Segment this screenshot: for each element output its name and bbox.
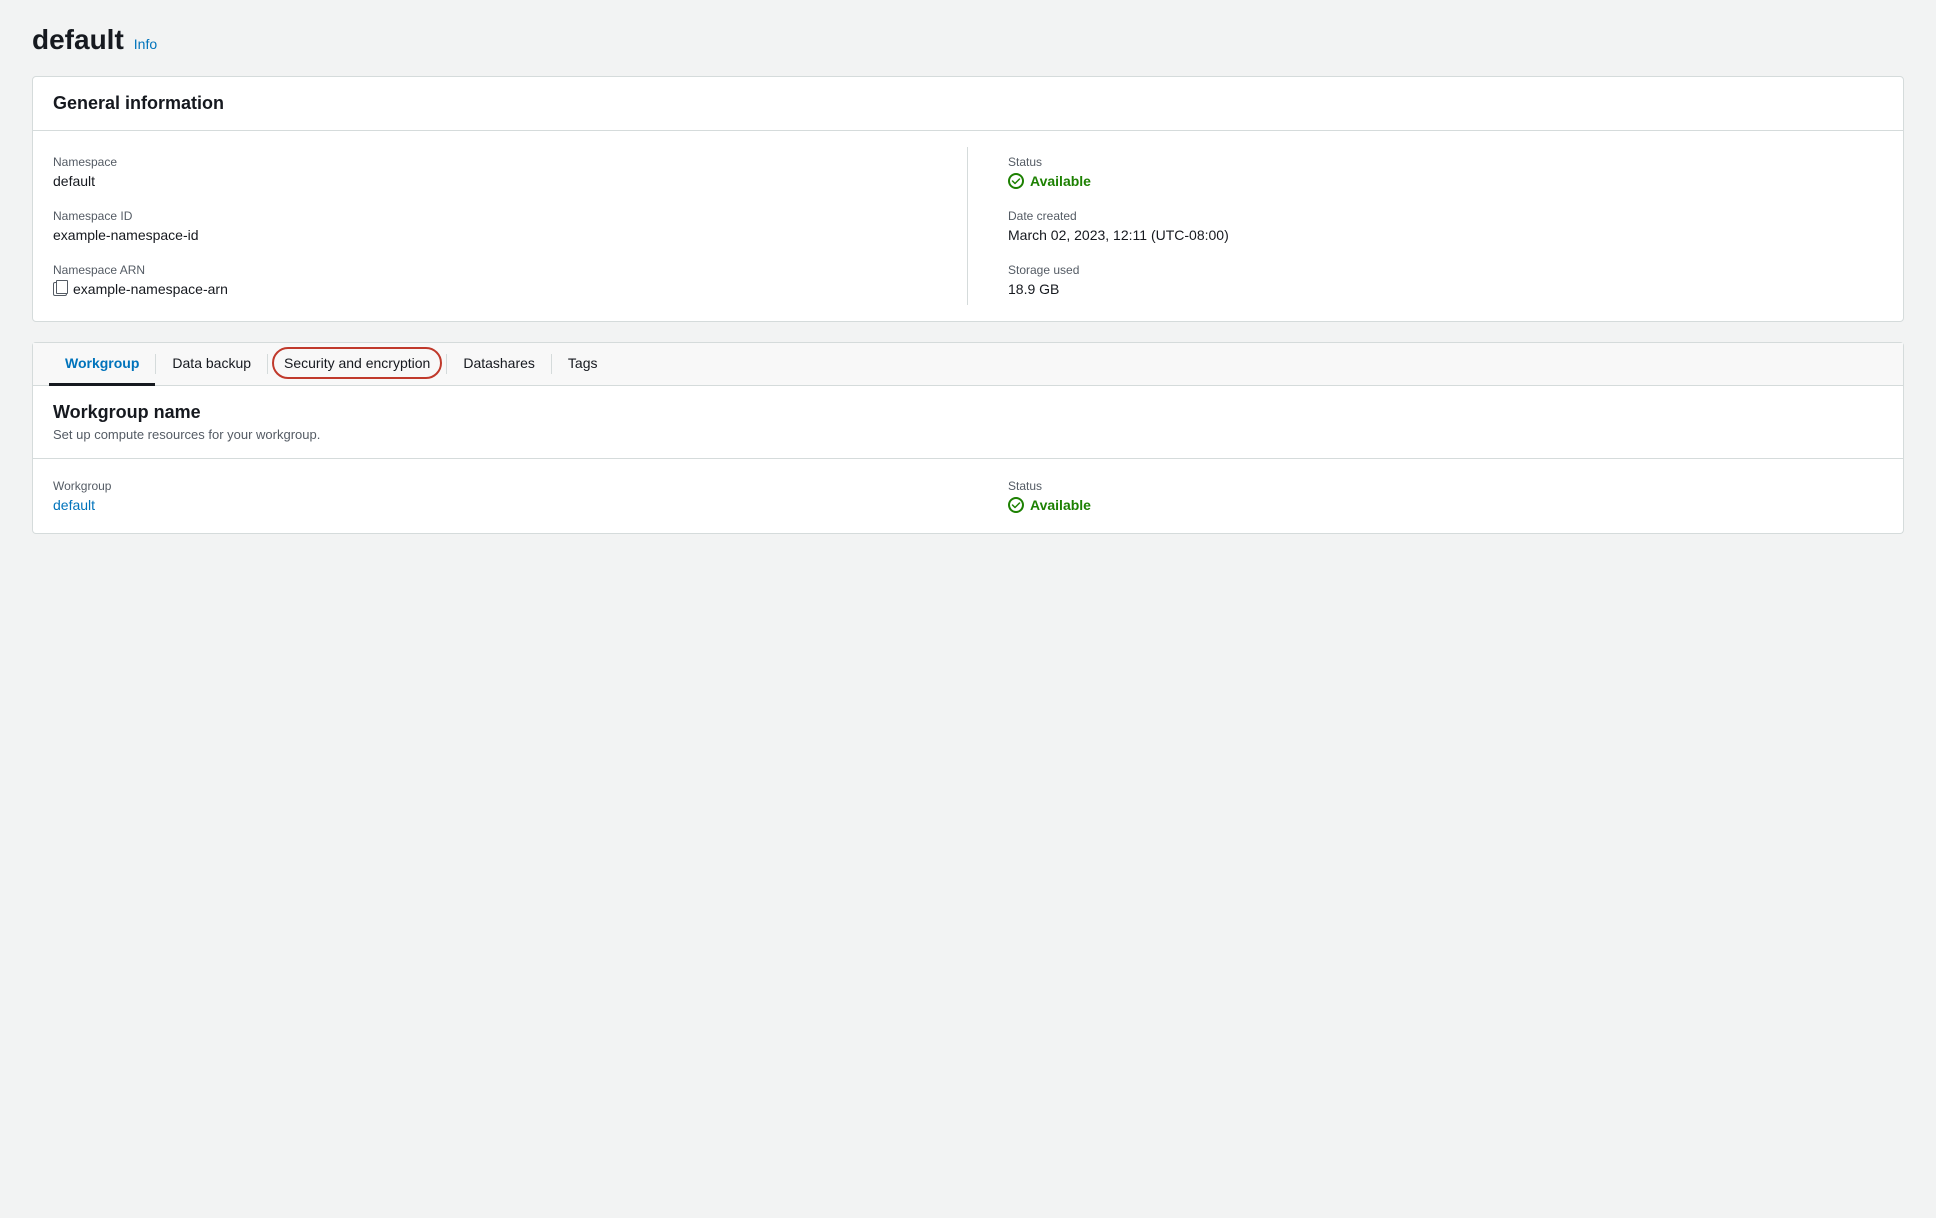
workgroup-status-field: Status Available [968,475,1883,517]
workgroup-name-label: Workgroup [53,479,968,493]
namespace-arn-field: Namespace ARN example-namespace-arn [53,263,927,297]
status-value: Available [1030,173,1091,189]
date-created-label: Date created [1008,209,1883,223]
workgroup-card: Workgroup name Set up compute resources … [32,386,1904,534]
workgroup-status-check-icon [1008,497,1024,513]
namespace-label: Namespace [53,155,927,169]
namespace-id-label: Namespace ID [53,209,927,223]
card-body: Namespace default Namespace ID example-n… [33,131,1903,321]
workgroup-section-subtitle: Set up compute resources for your workgr… [53,427,1883,442]
storage-used-value: 18.9 GB [1008,281,1883,297]
namespace-field: Namespace default [53,155,927,189]
tab-data-backup[interactable]: Data backup [156,343,267,386]
date-created-field: Date created March 02, 2023, 12:11 (UTC-… [1008,209,1883,243]
tabs-container: Workgroup Data backup Security and encry… [32,342,1904,386]
general-info-card: General information Namespace default Na… [32,76,1904,322]
workgroup-info-grid: Workgroup default Status Available [33,459,1903,533]
workgroup-link[interactable]: default [53,497,95,513]
workgroup-status-label: Status [1008,479,1883,493]
namespace-arn-value: example-namespace-arn [73,281,228,297]
tab-security-encryption[interactable]: Security and encryption [268,343,446,386]
page-title: default [32,24,124,56]
arn-row: example-namespace-arn [53,281,927,297]
tab-tags[interactable]: Tags [552,343,614,386]
storage-used-field: Storage used 18.9 GB [1008,263,1883,297]
date-created-value: March 02, 2023, 12:11 (UTC-08:00) [1008,227,1883,243]
workgroup-name-field: Workgroup default [53,475,968,517]
info-col-right: Status Available Date created M [968,147,1883,305]
namespace-id-field: Namespace ID example-namespace-id [53,209,927,243]
page-header: default Info [32,24,1904,56]
tabs-bar: Workgroup Data backup Security and encry… [33,343,1903,386]
namespace-value: default [53,173,927,189]
workgroup-status-available: Available [1008,497,1883,513]
workgroup-status-value: Available [1030,497,1091,513]
info-col-left: Namespace default Namespace ID example-n… [53,147,968,305]
info-grid: Namespace default Namespace ID example-n… [53,147,1883,305]
status-field: Status Available [1008,155,1883,189]
tab-datashares[interactable]: Datashares [447,343,551,386]
namespace-arn-label: Namespace ARN [53,263,927,277]
copy-icon[interactable] [53,282,67,296]
tab-workgroup[interactable]: Workgroup [49,343,155,386]
workgroup-card-header: Workgroup name Set up compute resources … [33,386,1903,459]
card-header: General information [33,77,1903,131]
status-label: Status [1008,155,1883,169]
general-info-title: General information [53,93,1883,114]
status-available: Available [1008,173,1883,189]
info-link[interactable]: Info [134,36,157,52]
status-check-icon [1008,173,1024,189]
workgroup-section-title: Workgroup name [53,402,1883,423]
namespace-id-value: example-namespace-id [53,227,927,243]
storage-used-label: Storage used [1008,263,1883,277]
